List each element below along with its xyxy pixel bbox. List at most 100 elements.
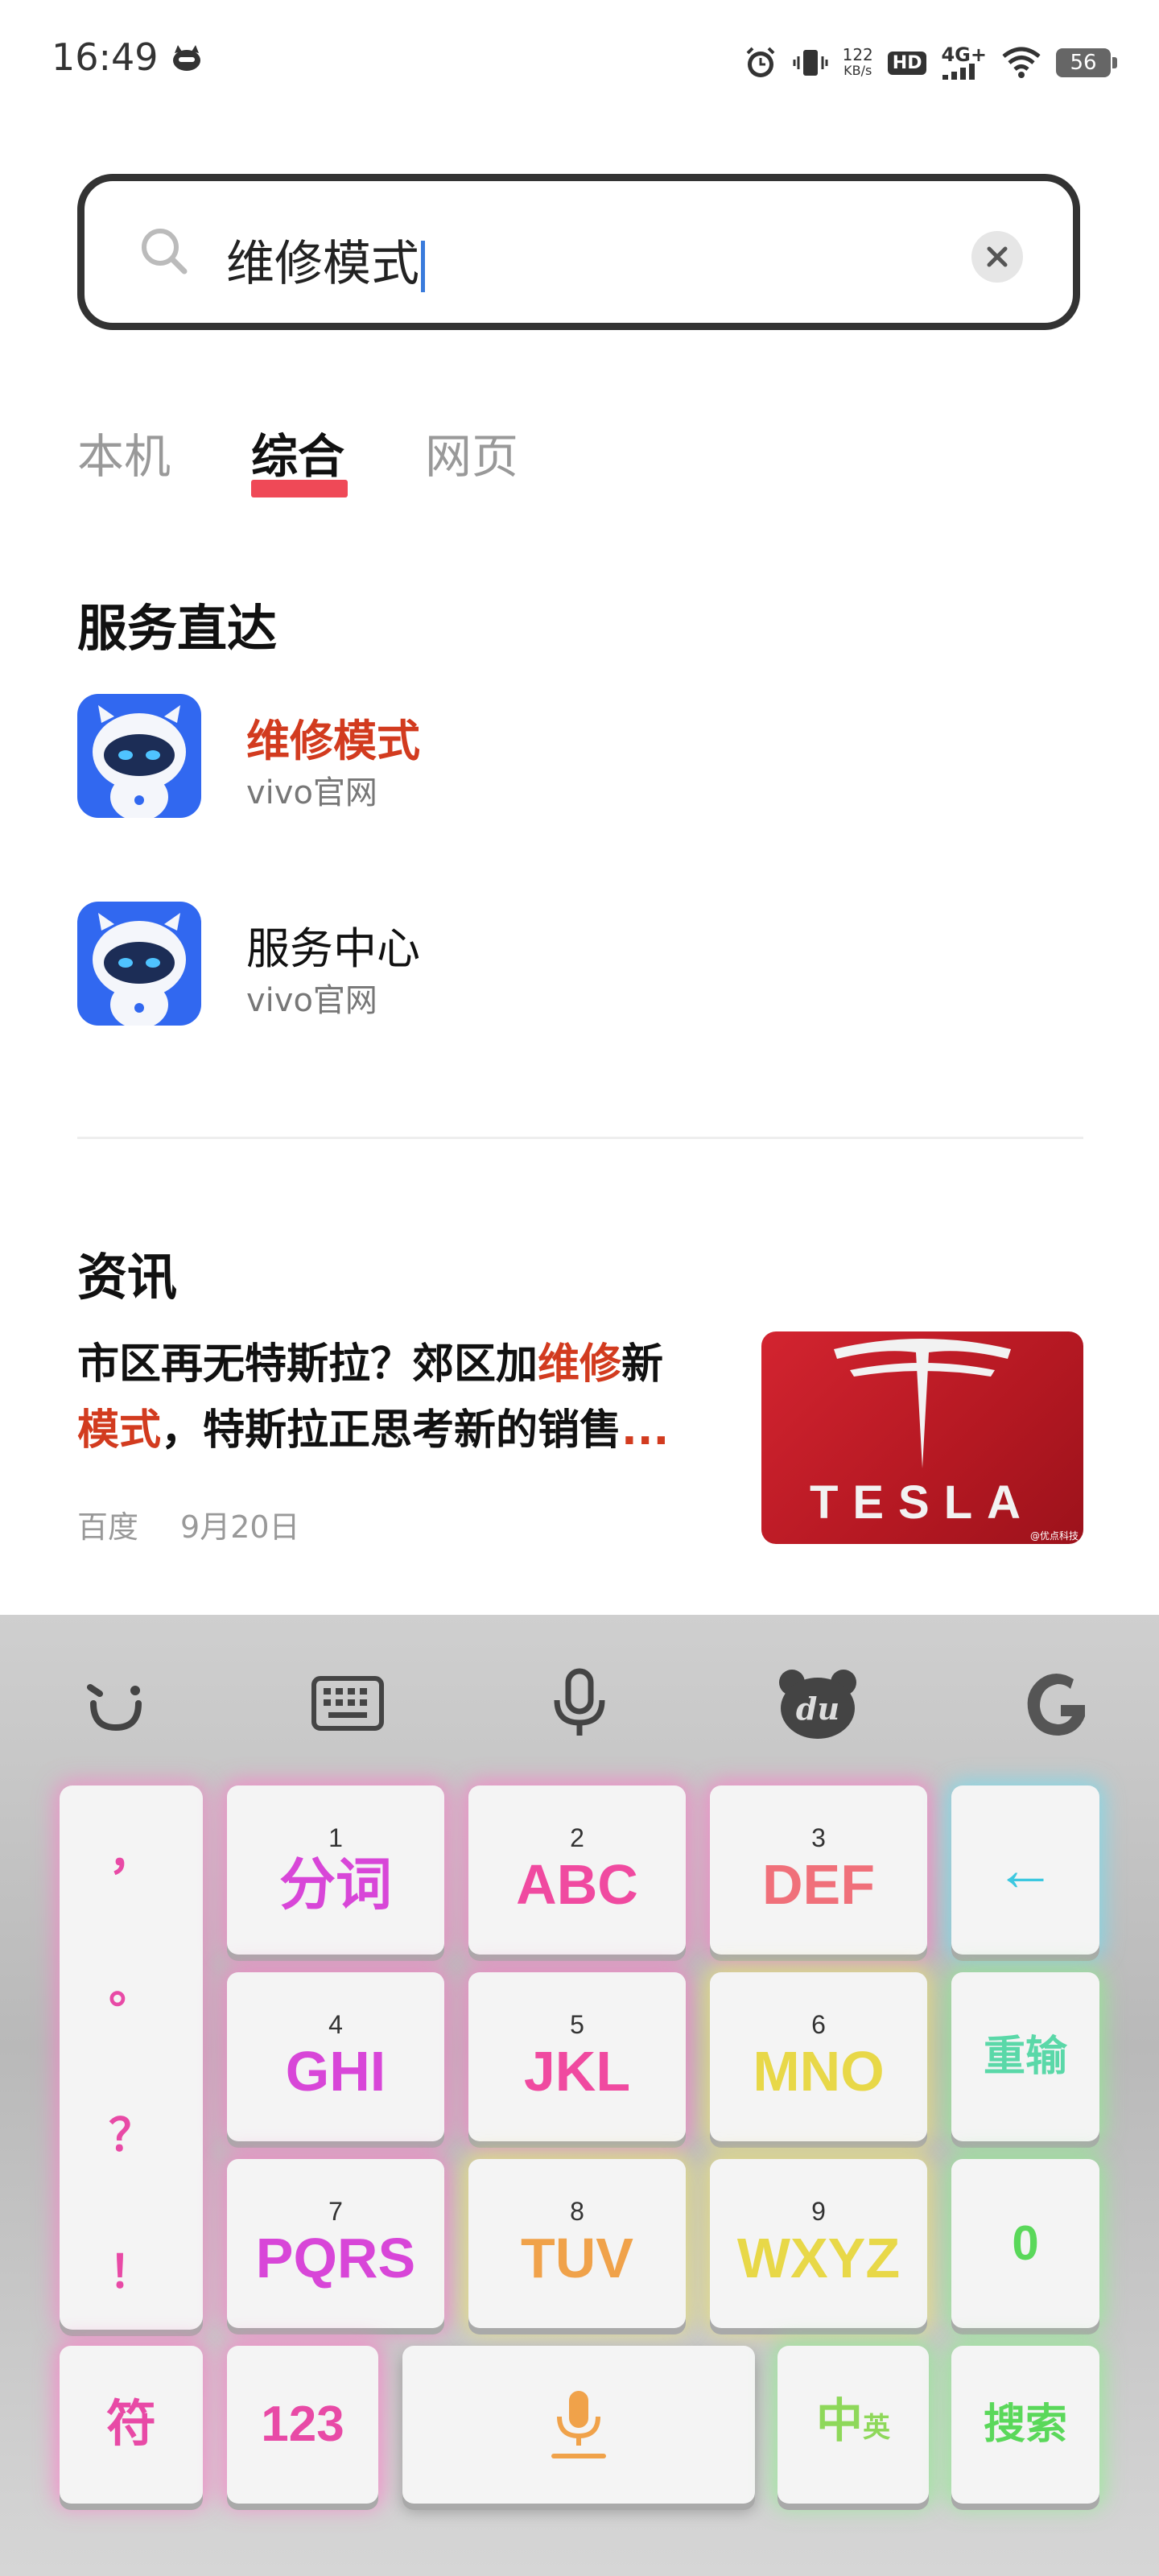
cat-face-icon xyxy=(173,45,200,71)
key-label: 符 xyxy=(105,2396,156,2452)
emoji-icon xyxy=(87,1684,142,1732)
backspace-icon: ← xyxy=(995,1835,1056,1904)
service-name: 服务中心 xyxy=(246,923,420,974)
punct-comma-key[interactable]: ， xyxy=(60,1818,203,1883)
search-query-text: 维修模式 xyxy=(226,236,419,292)
tab-local[interactable]: 本机 xyxy=(77,419,171,486)
status-icons: 122 KB/s HD 4G+ 56 xyxy=(743,39,1117,87)
punct-period-key[interactable]: 。 xyxy=(60,1951,203,2017)
key-number: 6 xyxy=(811,2010,826,2039)
emoji-button[interactable] xyxy=(76,1663,156,1744)
network-type: 4G+ xyxy=(941,43,987,66)
vibrate-icon xyxy=(793,50,828,76)
g-logo-icon xyxy=(1027,1674,1085,1736)
service-item-service-center[interactable]: 服务中心 vivo官网 xyxy=(77,902,1083,1030)
lang-zh-label: 中 xyxy=(815,2395,863,2447)
tab-comprehensive[interactable]: 综合 xyxy=(251,419,344,486)
key-label: 分词 xyxy=(279,1853,392,1916)
punct-exclaim-key[interactable]: ！ xyxy=(60,2236,203,2301)
key-label: 123 xyxy=(261,2396,344,2452)
key-1[interactable]: 1 分词 xyxy=(227,1785,444,1955)
wifi-icon xyxy=(1002,47,1041,78)
keyboard-toolbar: du xyxy=(0,1615,1159,1776)
key-3[interactable]: 3 DEF xyxy=(710,1785,927,1955)
news-date: 9月20日 xyxy=(180,1509,300,1545)
key-label: 搜索 xyxy=(983,2401,1067,2448)
key-6[interactable]: 6 MNO xyxy=(710,1972,927,2141)
robot-app-icon xyxy=(77,694,201,818)
network-indicator: 4G+ xyxy=(941,43,987,80)
keyboard-switch-button[interactable] xyxy=(307,1663,388,1744)
key-number: 9 xyxy=(811,2197,826,2226)
speed-unit: KB/s xyxy=(843,63,872,78)
search-icon xyxy=(142,229,188,275)
service-source: vivo官网 xyxy=(246,774,377,811)
search-box[interactable]: 维修模式 xyxy=(77,174,1080,330)
key-4[interactable]: 4 GHI xyxy=(227,1972,444,2141)
key-label: PQRS xyxy=(255,2227,416,2289)
keyboard-icon xyxy=(311,1676,384,1731)
key-label: MNO xyxy=(753,2040,885,2103)
search-input[interactable]: 维修模式 xyxy=(226,225,425,295)
headline-text: 新 xyxy=(621,1340,664,1389)
text-cursor xyxy=(421,241,425,293)
clear-search-button[interactable] xyxy=(971,231,1023,283)
tab-web[interactable]: 网页 xyxy=(425,419,518,486)
numeric-key[interactable]: 123 xyxy=(227,2346,378,2504)
key-2[interactable]: 2 ABC xyxy=(468,1785,686,1955)
du-label: du xyxy=(796,1690,839,1727)
hd-badge: HD xyxy=(887,51,927,75)
news-source: 百度 xyxy=(77,1509,139,1545)
key-label: 0 xyxy=(1012,2216,1039,2270)
headline-text: ，特斯拉正思考新的销售 xyxy=(161,1406,622,1455)
service-item-repair-mode[interactable]: 维修模式 vivo官网 xyxy=(77,694,1083,823)
key-label: JKL xyxy=(523,2040,631,2103)
key-label: GHI xyxy=(285,2040,386,2103)
key-number: 5 xyxy=(570,2010,584,2039)
news-headline[interactable]: 市区再无特斯拉？郊区加维修新模式，特斯拉正思考新的销售... xyxy=(77,1331,721,1463)
alarm-icon xyxy=(746,47,775,77)
status-time: 16:49 xyxy=(52,35,159,79)
language-switch-key[interactable]: 中英 xyxy=(777,2346,929,2504)
microphone-icon xyxy=(551,2391,606,2458)
g-logo-button[interactable] xyxy=(1016,1663,1096,1744)
key-label: WXYZ xyxy=(736,2227,901,2289)
key-number: 3 xyxy=(811,1823,826,1852)
headline-highlight: 维修 xyxy=(538,1340,622,1389)
headline-ellipsis: ... xyxy=(621,1406,670,1455)
services-section-title: 服务直达 xyxy=(77,599,278,658)
key-label: ABC xyxy=(516,1853,638,1916)
du-assistant-button[interactable]: du xyxy=(777,1663,858,1744)
news-thumbnail[interactable]: TESLA @优点科技 xyxy=(761,1331,1083,1544)
key-number: 8 xyxy=(570,2197,584,2226)
key-0[interactable]: 0 xyxy=(951,2159,1099,2328)
key-label: TUV xyxy=(521,2227,633,2289)
backspace-key[interactable]: ← xyxy=(951,1785,1099,1955)
microphone-icon xyxy=(554,1668,605,1736)
key-5[interactable]: 5 JKL xyxy=(468,1972,686,2141)
key-number: 1 xyxy=(328,1823,343,1852)
status-bar: 16:49 122 KB/s HD 4G+ 56 xyxy=(0,0,1159,121)
key-number: 2 xyxy=(570,1823,584,1852)
headline-text: 市区再无特斯拉？郊区加 xyxy=(77,1340,538,1389)
key-7[interactable]: 7 PQRS xyxy=(227,2159,444,2328)
key-8[interactable]: 8 TUV xyxy=(468,2159,686,2328)
tesla-logo-icon: TESLA @优点科技 xyxy=(810,1339,1079,1542)
punct-question-key[interactable]: ？ xyxy=(60,2099,203,2165)
lang-en-label: 英 xyxy=(863,2413,890,2443)
speed-value: 122 xyxy=(842,45,873,64)
symbol-key[interactable]: 符 xyxy=(60,2346,203,2504)
headline-highlight: 模式 xyxy=(77,1406,162,1455)
key-number: 7 xyxy=(328,2197,343,2226)
service-name: 维修模式 xyxy=(246,716,420,766)
space-key[interactable] xyxy=(402,2346,755,2504)
key-9[interactable]: 9 WXYZ xyxy=(710,2159,927,2328)
voice-input-button[interactable] xyxy=(539,1663,620,1744)
service-source: vivo官网 xyxy=(246,982,377,1019)
reenter-key[interactable]: 重输 xyxy=(951,1972,1099,2141)
close-icon xyxy=(987,246,1008,267)
network-speed: 122 KB/s xyxy=(843,47,873,79)
section-divider xyxy=(77,1137,1083,1139)
robot-app-icon xyxy=(77,902,201,1026)
search-key[interactable]: 搜索 xyxy=(951,2346,1099,2504)
